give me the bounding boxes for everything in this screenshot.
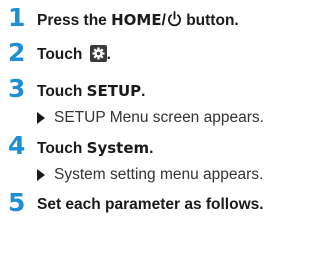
setup-keyword: SETUP xyxy=(86,82,142,100)
power-icon xyxy=(167,11,182,33)
home-keyword: HOME xyxy=(111,11,162,29)
step-number: 1 xyxy=(8,3,26,32)
step-instruction: Touch . xyxy=(37,45,326,68)
step-number: 4 xyxy=(8,131,26,160)
settings-gear-icon xyxy=(89,45,107,68)
step-instruction: Press the HOME/ button. xyxy=(37,10,326,33)
step-instruction: Set each parameter as follows. xyxy=(37,196,264,213)
step-5: 5 Set each parameter as follows. xyxy=(8,189,326,217)
step-result: System setting menu appears. xyxy=(37,165,326,185)
step-4: 4 Touch System. System setting menu appe… xyxy=(8,132,326,185)
step-instruction: Touch System. xyxy=(37,139,154,157)
step-instruction: Touch SETUP. xyxy=(37,82,146,100)
step-1: 1 Press the HOME/ button. xyxy=(8,4,326,33)
system-keyword: System xyxy=(86,139,150,157)
step-number: 2 xyxy=(8,38,26,67)
instruction-steps: 1 Press the HOME/ button. 2 Touch . 3 To… xyxy=(8,4,326,217)
step-number: 3 xyxy=(8,74,26,103)
step-number: 5 xyxy=(8,188,26,217)
step-2: 2 Touch . xyxy=(8,39,326,68)
arrow-right-icon xyxy=(37,112,45,124)
step-3: 3 Touch SETUP. SETUP Menu screen appears… xyxy=(8,75,326,128)
arrow-right-icon xyxy=(37,169,45,181)
step-result: SETUP Menu screen appears. xyxy=(37,108,326,128)
